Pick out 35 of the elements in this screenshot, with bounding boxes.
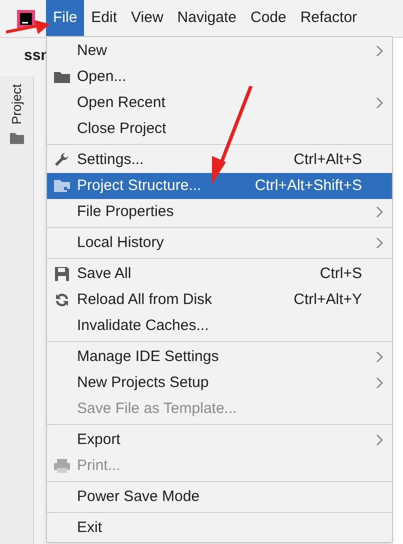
menu-item[interactable]: Invalidate Caches... bbox=[47, 313, 392, 339]
shortcut-label: Ctrl+S bbox=[320, 264, 362, 284]
menu-item[interactable]: Power Save Mode bbox=[47, 484, 392, 510]
menu-bar-item[interactable]: Edit bbox=[84, 0, 124, 38]
menu-item[interactable]: Exit bbox=[47, 515, 392, 541]
shortcut-label: Ctrl+Alt+S bbox=[294, 150, 362, 170]
menu-item[interactable]: Save All Ctrl+S bbox=[47, 261, 392, 287]
folder-icon bbox=[10, 132, 24, 144]
shortcut-label: Ctrl+Alt+Y bbox=[294, 290, 362, 310]
menu-item[interactable]: Manage IDE Settings bbox=[47, 344, 392, 370]
menu-item[interactable]: File Properties bbox=[47, 199, 392, 225]
printer-icon bbox=[53, 458, 71, 474]
menu-item[interactable]: Local History bbox=[47, 230, 392, 256]
menu-item[interactable]: Reload All from Disk Ctrl+Alt+Y bbox=[47, 287, 392, 313]
tool-window-label[interactable]: Project bbox=[6, 84, 26, 124]
menu-bar-item[interactable]: Code bbox=[243, 0, 294, 38]
menu-item[interactable]: Open... bbox=[47, 64, 392, 90]
menu-item[interactable]: Open Recent bbox=[47, 90, 392, 116]
app-logo-icon bbox=[17, 10, 35, 28]
folder-icon bbox=[53, 70, 71, 84]
menu-item[interactable]: New bbox=[47, 38, 392, 64]
menu-item[interactable]: New Projects Setup bbox=[47, 370, 392, 396]
folder-grid-icon bbox=[53, 179, 71, 193]
wrench-icon bbox=[54, 152, 70, 168]
menu-item[interactable]: Settings... Ctrl+Alt+S bbox=[47, 147, 392, 173]
menu-bar-item[interactable]: Navigate bbox=[170, 0, 244, 38]
menu-item[interactable]: Project Structure... Ctrl+Alt+Shift+S bbox=[47, 173, 392, 199]
reload-icon bbox=[54, 292, 70, 308]
menu-item[interactable]: Export bbox=[47, 427, 392, 453]
shortcut-label: Ctrl+Alt+Shift+S bbox=[254, 176, 362, 196]
menu-bar-item[interactable]: View bbox=[124, 0, 170, 38]
menu-bar-item[interactable]: Refactor bbox=[293, 0, 364, 38]
annotation-arrow bbox=[6, 18, 50, 36]
menu-item[interactable]: Close Project bbox=[47, 116, 392, 142]
menu-bar-item[interactable]: File bbox=[46, 0, 84, 38]
